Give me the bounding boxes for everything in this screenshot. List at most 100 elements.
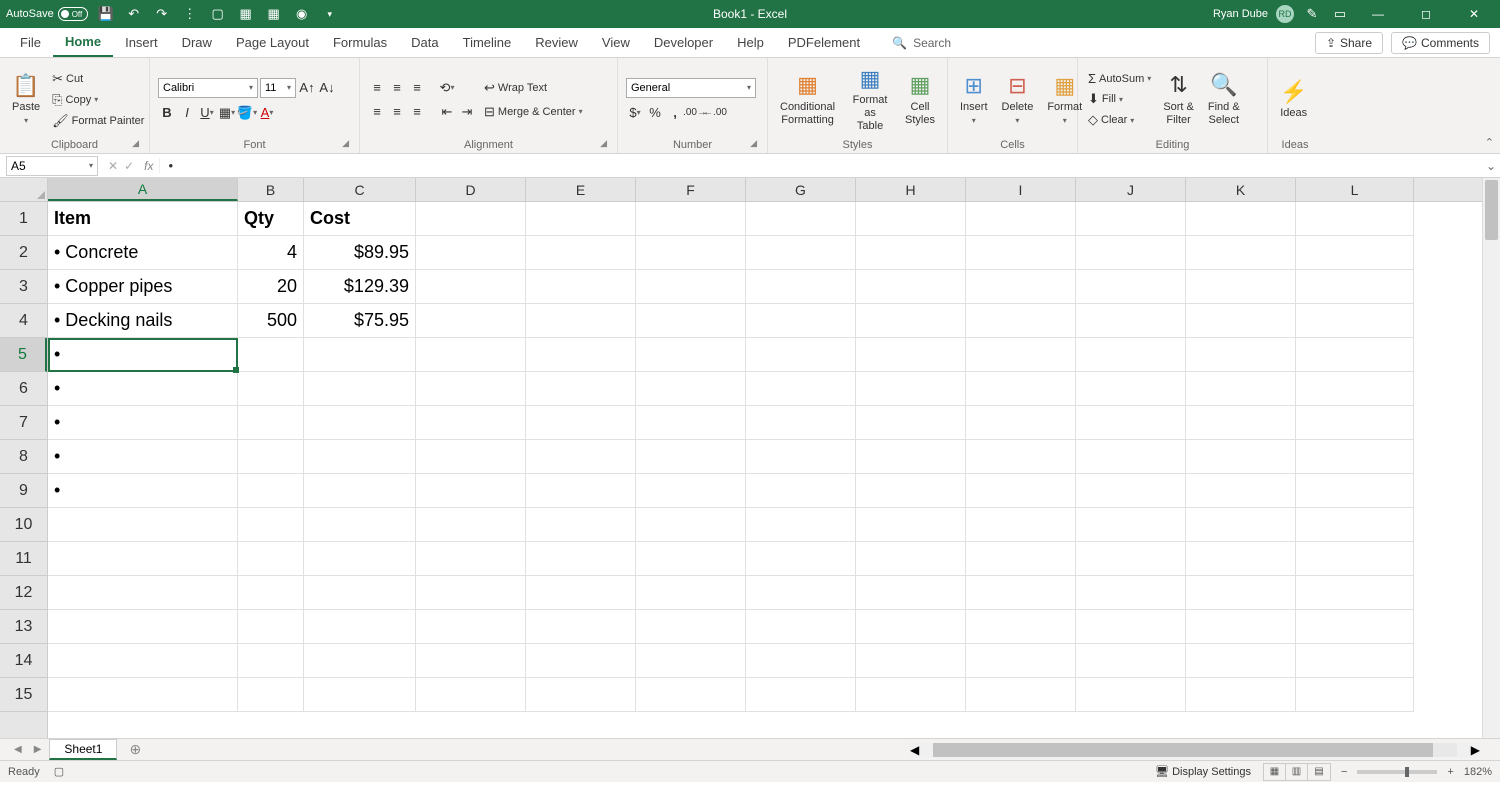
- row-header-4[interactable]: 4: [0, 304, 47, 338]
- cell-E4[interactable]: [526, 304, 636, 338]
- cell-L7[interactable]: [1296, 406, 1414, 440]
- cell-L12[interactable]: [1296, 576, 1414, 610]
- cell-A9[interactable]: •: [48, 474, 238, 508]
- vertical-scrollbar[interactable]: [1482, 178, 1500, 738]
- cell-A5[interactable]: •: [48, 338, 238, 372]
- cell-J4[interactable]: [1076, 304, 1186, 338]
- cell-C8[interactable]: [304, 440, 416, 474]
- format-as-table-button[interactable]: ▦Format as Table: [845, 62, 895, 137]
- cell-F14[interactable]: [636, 644, 746, 678]
- cell-H2[interactable]: [856, 236, 966, 270]
- scroll-right-icon[interactable]: ▶: [1471, 743, 1480, 757]
- col-header-A[interactable]: A: [48, 178, 238, 201]
- cell-G8[interactable]: [746, 440, 856, 474]
- horizontal-scrollbar[interactable]: ◀ ▶: [910, 743, 1480, 757]
- cell-E15[interactable]: [526, 678, 636, 712]
- align-center-icon[interactable]: ≡: [388, 103, 406, 121]
- cell-B8[interactable]: [238, 440, 304, 474]
- row-header-5[interactable]: 5: [0, 338, 47, 372]
- cell-B6[interactable]: [238, 372, 304, 406]
- row-header-3[interactable]: 3: [0, 270, 47, 304]
- cell-H4[interactable]: [856, 304, 966, 338]
- cell-F12[interactable]: [636, 576, 746, 610]
- cell-F11[interactable]: [636, 542, 746, 576]
- cell-K3[interactable]: [1186, 270, 1296, 304]
- expand-formula-bar-icon[interactable]: ⌄: [1482, 159, 1500, 173]
- cell-H13[interactable]: [856, 610, 966, 644]
- zoom-level[interactable]: 182%: [1464, 766, 1492, 778]
- sort-filter-button[interactable]: ⇅Sort & Filter: [1159, 62, 1198, 137]
- cell-E14[interactable]: [526, 644, 636, 678]
- cell-J5[interactable]: [1076, 338, 1186, 372]
- cell-F6[interactable]: [636, 372, 746, 406]
- cell-J14[interactable]: [1076, 644, 1186, 678]
- cell-K15[interactable]: [1186, 678, 1296, 712]
- autosave-toggle[interactable]: AutoSave Off: [6, 7, 88, 21]
- autosum-button[interactable]: ΣAutoSum▾: [1086, 70, 1153, 87]
- cell-D6[interactable]: [416, 372, 526, 406]
- tab-insert[interactable]: Insert: [113, 29, 170, 56]
- sheet-tab-sheet1[interactable]: Sheet1: [49, 739, 117, 760]
- font-name-select[interactable]: Calibri▾: [158, 78, 258, 98]
- col-header-B[interactable]: B: [238, 178, 304, 201]
- cell-I15[interactable]: [966, 678, 1076, 712]
- conditional-formatting-button[interactable]: ▦Conditional Formatting: [776, 62, 839, 137]
- cell-B15[interactable]: [238, 678, 304, 712]
- decrease-decimal-icon[interactable]: ←.00: [706, 104, 724, 122]
- zoom-out-button[interactable]: −: [1341, 766, 1347, 778]
- cell-K2[interactable]: [1186, 236, 1296, 270]
- cell-B9[interactable]: [238, 474, 304, 508]
- cell-I6[interactable]: [966, 372, 1076, 406]
- sheet-nav-prev-icon[interactable]: ◀: [10, 744, 26, 755]
- row-header-9[interactable]: 9: [0, 474, 47, 508]
- cell-D7[interactable]: [416, 406, 526, 440]
- cell-A1[interactable]: Item: [48, 202, 238, 236]
- cell-J10[interactable]: [1076, 508, 1186, 542]
- cell-K4[interactable]: [1186, 304, 1296, 338]
- cell-D9[interactable]: [416, 474, 526, 508]
- cell-L15[interactable]: [1296, 678, 1414, 712]
- cell-J7[interactable]: [1076, 406, 1186, 440]
- cell-G1[interactable]: [746, 202, 856, 236]
- cell-K9[interactable]: [1186, 474, 1296, 508]
- fx-icon[interactable]: fx: [144, 159, 153, 173]
- cell-A3[interactable]: • Copper pipes: [48, 270, 238, 304]
- ribbon-display-icon[interactable]: ▭: [1330, 4, 1350, 24]
- cell-A8[interactable]: •: [48, 440, 238, 474]
- cell-G6[interactable]: [746, 372, 856, 406]
- pen-icon[interactable]: ✎: [1302, 4, 1322, 24]
- cell-F15[interactable]: [636, 678, 746, 712]
- cell-K10[interactable]: [1186, 508, 1296, 542]
- col-header-D[interactable]: D: [416, 178, 526, 201]
- cell-G11[interactable]: [746, 542, 856, 576]
- tab-developer[interactable]: Developer: [642, 29, 725, 56]
- scroll-left-icon[interactable]: ◀: [910, 743, 919, 757]
- number-format-select[interactable]: General▾: [626, 78, 756, 98]
- ideas-button[interactable]: ⚡Ideas: [1276, 62, 1311, 137]
- col-header-H[interactable]: H: [856, 178, 966, 201]
- comma-format-icon[interactable]: ,: [666, 104, 684, 122]
- cell-C6[interactable]: [304, 372, 416, 406]
- cell-C14[interactable]: [304, 644, 416, 678]
- cell-K1[interactable]: [1186, 202, 1296, 236]
- cell-C1[interactable]: Cost: [304, 202, 416, 236]
- cell-D4[interactable]: [416, 304, 526, 338]
- cell-K14[interactable]: [1186, 644, 1296, 678]
- cell-I1[interactable]: [966, 202, 1076, 236]
- increase-indent-icon[interactable]: ⇥: [458, 103, 476, 121]
- cell-L9[interactable]: [1296, 474, 1414, 508]
- undo-icon[interactable]: ↶: [124, 4, 144, 24]
- cell-L8[interactable]: [1296, 440, 1414, 474]
- qat-icon2[interactable]: ▢: [208, 4, 228, 24]
- cell-B5[interactable]: [238, 338, 304, 372]
- cell-B10[interactable]: [238, 508, 304, 542]
- cell-G5[interactable]: [746, 338, 856, 372]
- cell-J13[interactable]: [1076, 610, 1186, 644]
- cell-L2[interactable]: [1296, 236, 1414, 270]
- qat-icon4[interactable]: ▦: [264, 4, 284, 24]
- cell-D13[interactable]: [416, 610, 526, 644]
- launcher-icon[interactable]: ◢: [750, 138, 757, 149]
- col-header-J[interactable]: J: [1076, 178, 1186, 201]
- cell-B14[interactable]: [238, 644, 304, 678]
- cell-C4[interactable]: $75.95: [304, 304, 416, 338]
